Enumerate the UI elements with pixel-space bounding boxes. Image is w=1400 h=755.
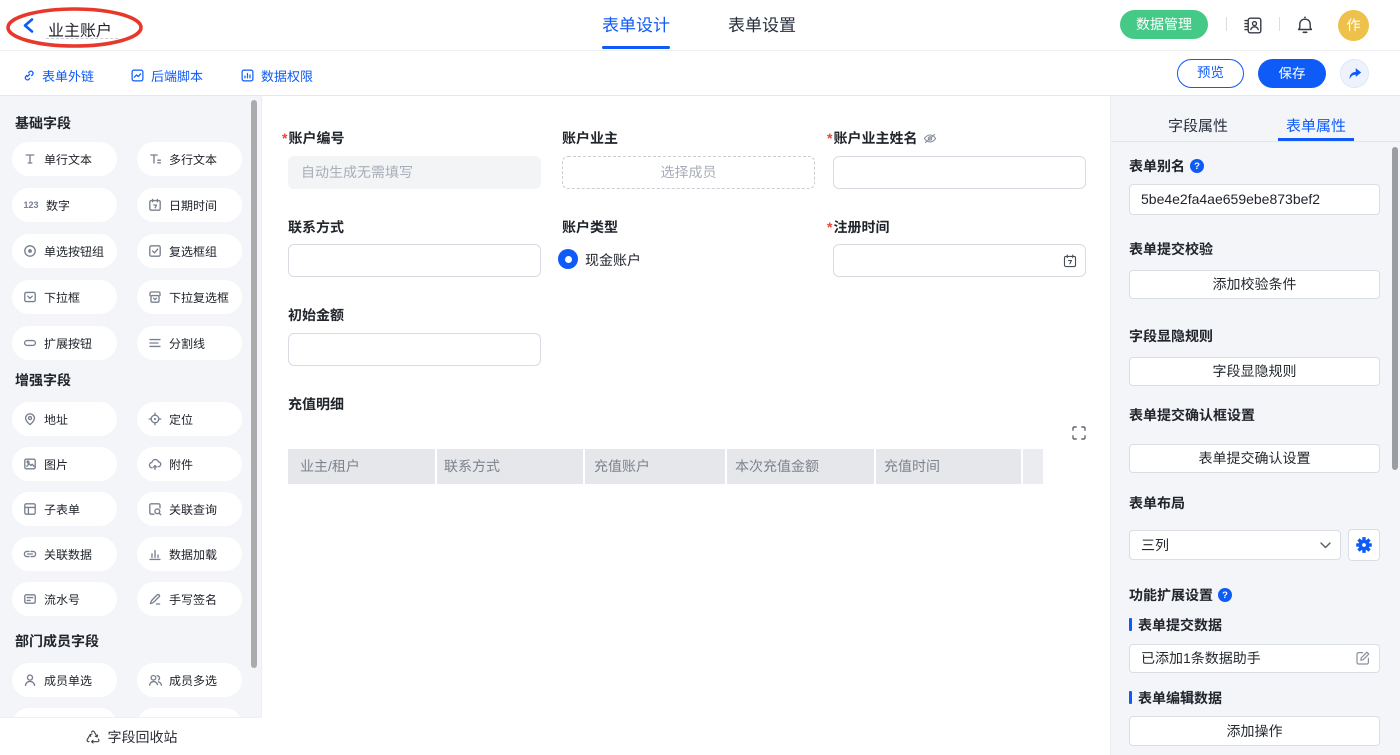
svg-text:?: ? xyxy=(1194,161,1200,172)
svg-text:?: ? xyxy=(1222,590,1228,601)
